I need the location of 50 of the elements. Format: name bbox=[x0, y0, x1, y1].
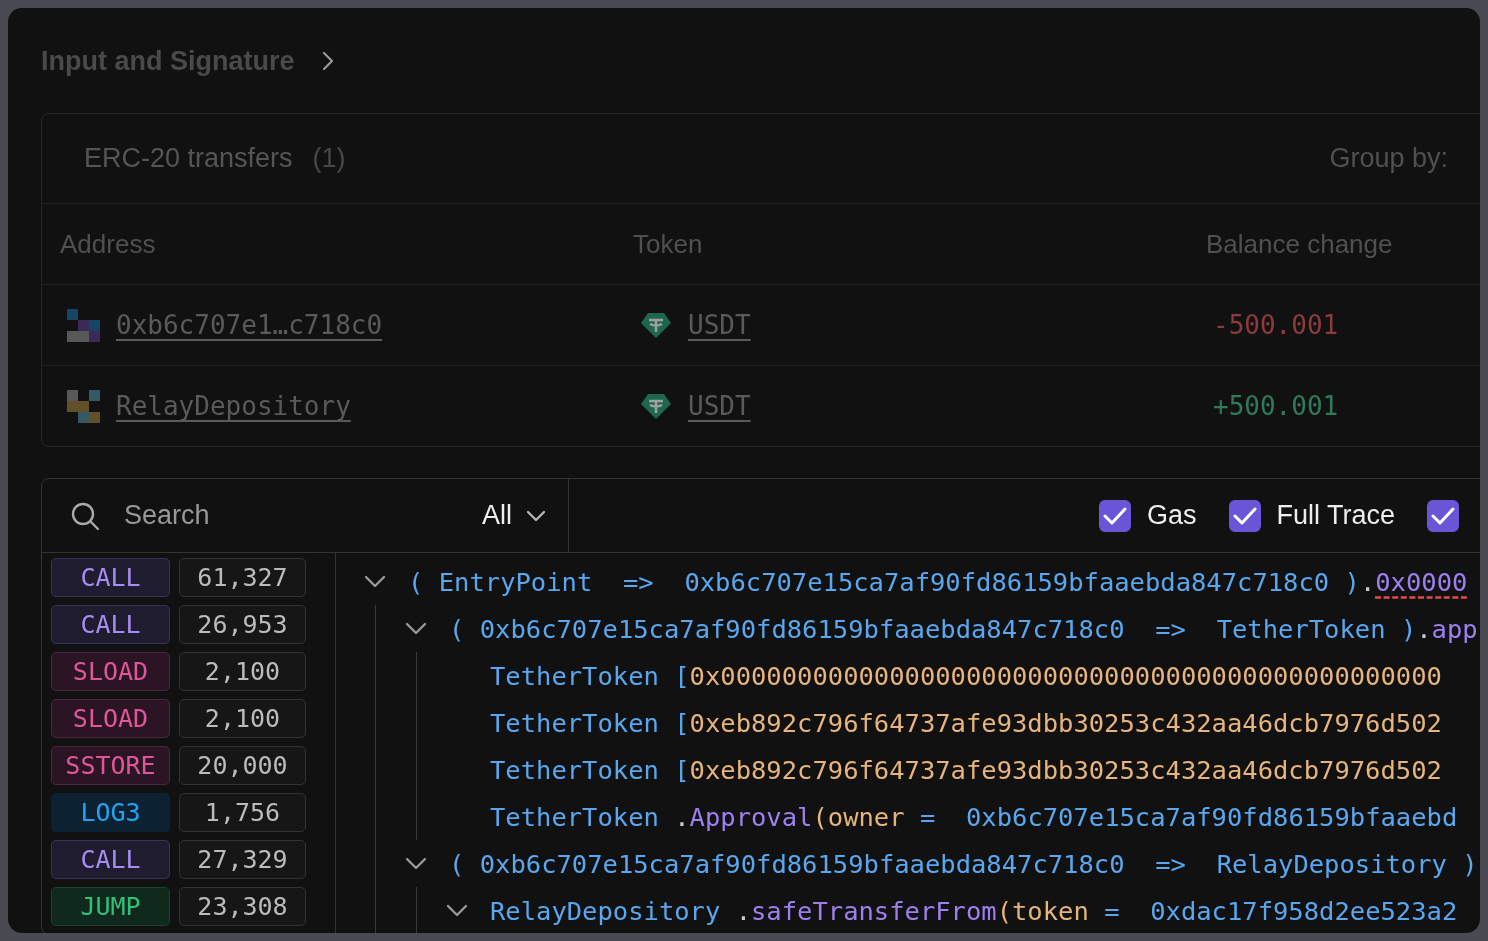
trace-line: TetherToken [0xeb892c796f64737afe93dbb30253c432aa46dcb7976d502 bbox=[490, 707, 1442, 738]
identicon-icon bbox=[67, 389, 100, 423]
trace-line: TetherToken [0x00000000000000000000000000000000000000000000000 bbox=[490, 660, 1442, 691]
search-icon bbox=[70, 500, 100, 531]
gas-value: 2,100 bbox=[179, 699, 306, 738]
column-header: Address bbox=[60, 228, 157, 260]
trace-line: TetherToken .Approval(owner = 0xb6c707e15ca7af90fd86159bfaaebd bbox=[490, 801, 1458, 832]
trace-line: ( 0xb6c707e15ca7af90fd86159bfaaebda847c718c0 => TetherToken ).app bbox=[449, 613, 1478, 644]
chevron-right-icon bbox=[320, 50, 335, 72]
checkbox[interactable] bbox=[1427, 499, 1460, 532]
opcode-badge: JUMP bbox=[51, 887, 170, 926]
trace-line: RelayDepository .safeTransferFrom(token = 0xdac17f958d2ee523a2 bbox=[490, 895, 1458, 926]
gas-value: 20,000 bbox=[179, 746, 306, 785]
opcode-badge: CALL bbox=[51, 558, 170, 597]
identicon-icon bbox=[67, 308, 100, 342]
balance-change: -500.001 bbox=[1213, 310, 1339, 340]
checkbox-label: Full Trace bbox=[1276, 500, 1396, 531]
checkbox-label: Gas bbox=[1147, 500, 1197, 531]
gas-value: 26,953 bbox=[179, 605, 306, 644]
opcode-badge: CALL bbox=[51, 840, 170, 879]
opcode-badge: SLOAD bbox=[51, 699, 170, 738]
opcode-badge: CALL bbox=[51, 605, 170, 644]
balance-change: +500.001 bbox=[1213, 391, 1339, 421]
trace-line: TetherToken [0xeb892c796f64737afe93dbb30253c432aa46dcb7976d502 bbox=[490, 754, 1442, 785]
column-header: Token bbox=[633, 228, 704, 260]
opcode-badge: SLOAD bbox=[51, 652, 170, 691]
trace-line: ( 0xb6c707e15ca7af90fd86159bfaaebda847c718c0 => RelayDepository ) bbox=[449, 848, 1478, 879]
gas-value: 1,756 bbox=[179, 793, 306, 832]
token-link[interactable]: USDT bbox=[688, 391, 751, 421]
trace-line: ( EntryPoint => 0xb6c707e15ca7af90fd86159bfaaebda847c718c0 ).0x0000 bbox=[408, 566, 1468, 597]
token-logo-icon bbox=[640, 311, 672, 339]
address-link[interactable]: RelayDepository bbox=[116, 391, 351, 421]
checkbox[interactable] bbox=[1099, 499, 1131, 532]
gas-value: 2,100 bbox=[179, 652, 306, 691]
section-title: Input and Signature bbox=[41, 45, 295, 77]
gas-value: 27,329 bbox=[179, 840, 306, 879]
group-by-label: Group by: bbox=[1329, 143, 1448, 174]
gas-value: 61,327 bbox=[179, 558, 306, 597]
caret-icon bbox=[526, 509, 546, 522]
checkbox[interactable] bbox=[1228, 499, 1261, 532]
search-field[interactable]: Search bbox=[124, 500, 324, 531]
card-title: ERC-20 transfers bbox=[84, 143, 293, 174]
opcode-badge: LOG3 bbox=[51, 793, 170, 832]
token-link[interactable]: USDT bbox=[688, 310, 751, 340]
token-logo-icon bbox=[640, 392, 672, 420]
opcode-badge: SSTORE bbox=[51, 746, 170, 785]
filter-dropdown[interactable]: All bbox=[482, 500, 546, 531]
column-header: Balance change bbox=[1206, 228, 1394, 260]
gas-value: 23,308 bbox=[179, 887, 306, 926]
address-link[interactable]: 0xb6c707e1…c718c0 bbox=[116, 310, 383, 340]
